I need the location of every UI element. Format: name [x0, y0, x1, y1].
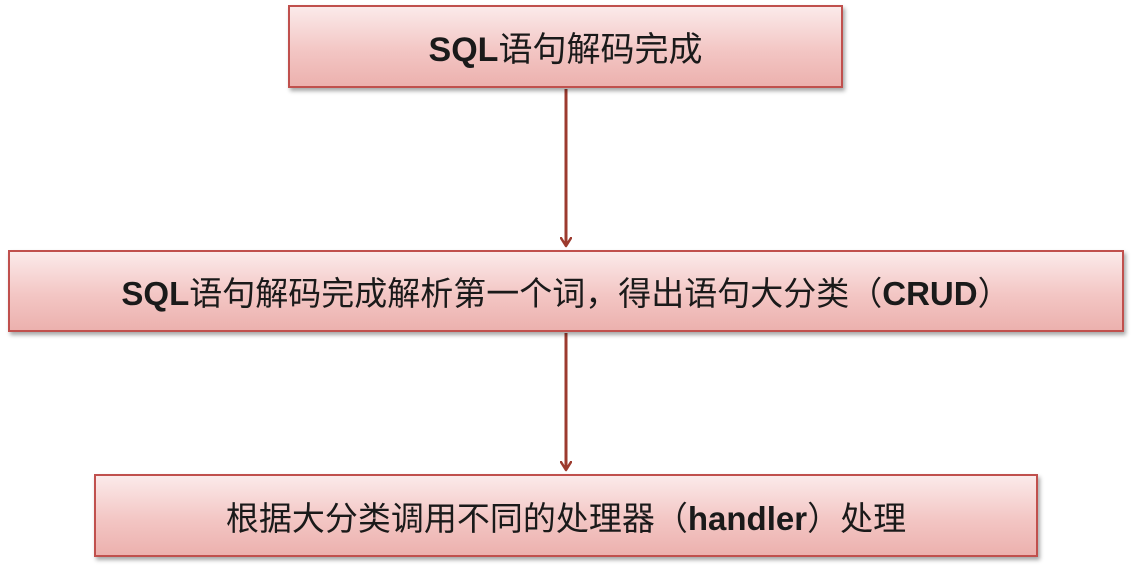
- text-segment: handler: [687, 499, 808, 537]
- text-segment: 语句解码完成解析第一个词，得出语句大分类（: [189, 274, 883, 313]
- text-segment: ）处理: [807, 498, 907, 538]
- step-parse-first-word: SQL语句解码完成解析第一个词，得出语句大分类（CRUD）: [8, 250, 1124, 332]
- step-label: SQL语句解码完成解析第一个词，得出语句大分类（CRUD）: [121, 267, 1010, 315]
- text-segment: SQL: [428, 31, 499, 69]
- step-sql-decode-complete: SQL语句解码完成: [288, 5, 843, 88]
- text-segment: 语句解码完成: [498, 30, 703, 70]
- text-segment: 根据大分类调用不同的处理器（: [225, 498, 688, 538]
- step-label: 根据大分类调用不同的处理器（handler）处理: [226, 492, 906, 540]
- text-segment: SQL: [121, 275, 190, 312]
- step-label: SQL语句解码完成: [429, 22, 703, 71]
- step-dispatch-handler: 根据大分类调用不同的处理器（handler）处理: [94, 474, 1038, 557]
- text-segment: ）: [977, 274, 1011, 313]
- text-segment: CRUD: [882, 275, 978, 312]
